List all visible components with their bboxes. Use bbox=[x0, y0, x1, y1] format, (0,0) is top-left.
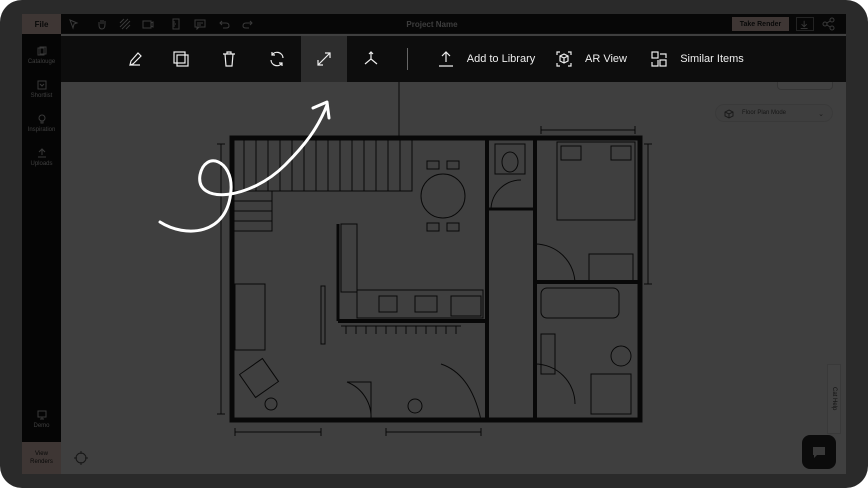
axis-button[interactable] bbox=[349, 36, 393, 82]
download-button[interactable] bbox=[796, 17, 814, 31]
download-icon bbox=[800, 20, 808, 29]
sidebar-item-label: Catalouge bbox=[27, 58, 56, 65]
pencil-icon bbox=[129, 52, 142, 66]
duplicate-icon bbox=[173, 51, 189, 67]
rotate-icon bbox=[270, 51, 284, 67]
ruler-icon[interactable] bbox=[170, 18, 182, 30]
rotate-button[interactable] bbox=[255, 36, 299, 82]
ar-icon bbox=[556, 51, 572, 67]
floor-plan-drawing bbox=[217, 82, 652, 436]
floor-plan-canvas[interactable]: 2D 3D Floor Plan Mode ⌄ bbox=[61, 34, 846, 474]
hand-icon[interactable] bbox=[96, 18, 108, 30]
top-bar: File Project Name Take Render bbox=[22, 14, 846, 34]
chat-icon bbox=[813, 447, 825, 458]
resize-button[interactable] bbox=[301, 36, 347, 82]
file-menu-button[interactable]: File bbox=[22, 14, 61, 34]
sidebar-item-label: Uploads bbox=[30, 160, 53, 167]
ar-view-label: AR View bbox=[585, 53, 627, 65]
upload-icon bbox=[438, 51, 453, 67]
similar-items-button[interactable]: Similar Items bbox=[647, 36, 747, 82]
shortlist-icon bbox=[37, 80, 46, 89]
select-icon[interactable] bbox=[68, 18, 80, 30]
similar-items-label: Similar Items bbox=[680, 53, 744, 65]
catalogue-icon bbox=[37, 46, 46, 55]
sidebar-item-demo[interactable]: Demo bbox=[22, 404, 61, 434]
redo-icon[interactable] bbox=[242, 18, 254, 30]
chat-button[interactable] bbox=[802, 435, 836, 469]
similar-icon bbox=[651, 51, 667, 67]
view-renders-label-2: Renders bbox=[30, 459, 53, 465]
sidebar-item-shortlist[interactable]: Shortlist bbox=[22, 74, 61, 104]
duplicate-button[interactable] bbox=[159, 36, 203, 82]
view-renders-button[interactable]: View Renders bbox=[22, 442, 61, 474]
crosshair-icon bbox=[74, 451, 88, 465]
app-window: File Project Name Take Render Catalouge … bbox=[22, 14, 846, 474]
object-action-toolbar: Add to Library AR View Similar Items bbox=[61, 36, 846, 82]
hatch-icon[interactable] bbox=[119, 18, 131, 30]
sidebar-item-label: Demo bbox=[33, 422, 50, 429]
ar-view-button[interactable]: AR View bbox=[555, 36, 627, 82]
undo-icon[interactable] bbox=[218, 18, 230, 30]
cat-help-tab[interactable]: Cat Help bbox=[827, 364, 841, 434]
recenter-button[interactable] bbox=[73, 450, 89, 466]
comment-icon[interactable] bbox=[194, 18, 206, 30]
add-to-library-button[interactable]: Add to Library bbox=[431, 36, 541, 82]
project-title[interactable]: Project Name bbox=[362, 14, 502, 34]
add-to-library-label: Add to Library bbox=[466, 53, 536, 65]
edit-button[interactable] bbox=[113, 36, 157, 82]
take-render-button[interactable]: Take Render bbox=[732, 17, 789, 31]
camera-icon[interactable] bbox=[142, 18, 154, 30]
bulb-icon bbox=[38, 114, 45, 123]
resize-icon bbox=[317, 52, 331, 66]
trash-icon bbox=[223, 51, 235, 67]
left-sidebar: Catalouge Shortlist Inspiration Uploads … bbox=[22, 34, 61, 474]
share-button[interactable] bbox=[822, 17, 836, 31]
sidebar-item-inspiration[interactable]: Inspiration bbox=[22, 108, 61, 138]
share-icon bbox=[822, 17, 835, 31]
upload-icon bbox=[37, 147, 46, 157]
sidebar-item-uploads[interactable]: Uploads bbox=[22, 142, 61, 172]
sidebar-item-label: Inspiration bbox=[27, 126, 56, 133]
delete-button[interactable] bbox=[207, 36, 251, 82]
sidebar-item-catalogue[interactable]: Catalouge bbox=[22, 40, 61, 70]
demo-icon bbox=[37, 410, 46, 419]
view-renders-label-1: View bbox=[35, 451, 48, 457]
axis-icon bbox=[364, 51, 378, 65]
toolbar-divider bbox=[407, 48, 408, 70]
sidebar-item-label: Shortlist bbox=[30, 92, 53, 99]
